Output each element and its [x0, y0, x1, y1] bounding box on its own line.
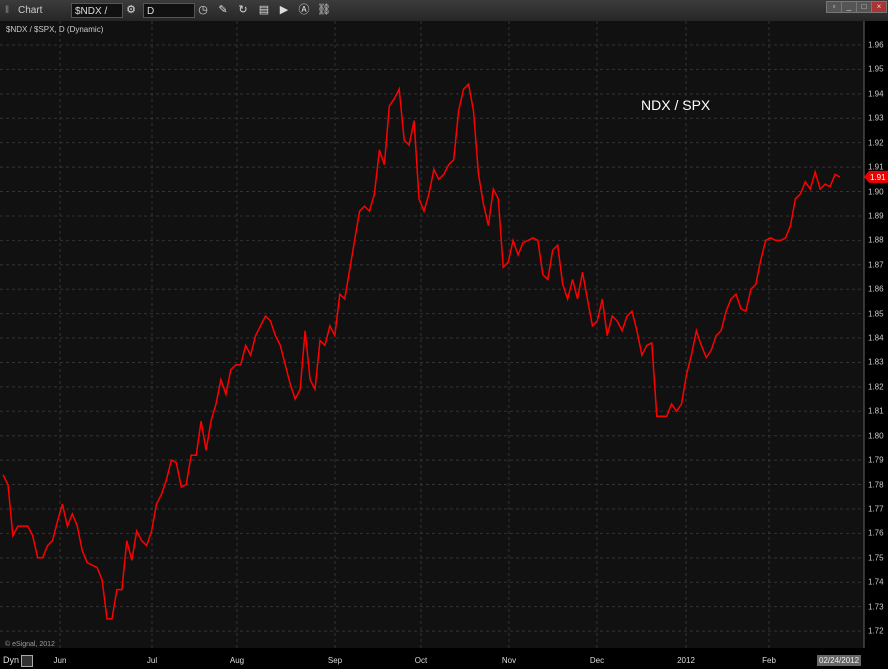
link-icon[interactable]: ⛓ — [317, 3, 331, 17]
x-tick-label: Jul — [146, 656, 158, 665]
symbol-input[interactable]: $NDX / $S — [71, 3, 123, 32]
pencil-icon[interactable]: ✎ — [216, 3, 230, 17]
y-tick-label: 1.88 — [868, 235, 884, 245]
y-tick-label: 1.84 — [868, 333, 884, 343]
y-tick-label: 1.73 — [868, 602, 884, 612]
y-tick-label: 1.75 — [868, 553, 884, 563]
y-tick-label: 1.92 — [868, 138, 884, 148]
y-tick-label: 1.94 — [868, 89, 884, 99]
alert-icon[interactable]: Ⓐ — [297, 3, 311, 17]
refresh-icon[interactable]: ↻ — [236, 3, 250, 17]
interval-input[interactable]: D — [143, 3, 195, 18]
clock-icon[interactable]: ◷ — [196, 3, 210, 17]
x-tick-label: 2012 — [677, 656, 695, 665]
y-tick-label: 1.93 — [868, 113, 884, 123]
y-tick-label: 1.87 — [868, 260, 884, 270]
chart-window: ‖ Chart $NDX / $S ⚙ D ◷ ✎ ↻ ▤ ▶ Ⓐ ⛓ ▫ _ … — [0, 0, 888, 669]
x-tick-label: Jun — [53, 656, 67, 665]
y-tick-label: 1.82 — [868, 382, 884, 392]
copyright: © eSignal, 2012 — [5, 641, 55, 648]
minimize-icon[interactable]: _ — [841, 1, 857, 13]
current-date-badge: 02/24/2012 — [817, 655, 862, 666]
chart-annotation: NDX / SPX — [641, 97, 711, 113]
price-chart[interactable]: 1.91 — [0, 21, 888, 669]
last-value-label: 1.91 — [870, 173, 886, 182]
x-tick-label: Sep — [327, 656, 343, 665]
play-icon[interactable]: ▶ — [277, 3, 291, 17]
y-tick-label: 1.96 — [868, 40, 884, 50]
y-tick-label: 1.80 — [868, 431, 884, 441]
close-icon[interactable]: × — [871, 1, 887, 13]
x-tick-label: Dec — [589, 656, 605, 665]
scale-toggle-icon[interactable] — [21, 655, 33, 667]
y-tick-label: 1.76 — [868, 528, 884, 538]
x-tick-label: Feb — [762, 656, 776, 665]
x-tick-label: Nov — [501, 656, 517, 665]
dyn-label[interactable]: Dyn — [3, 655, 19, 665]
y-tick-label: 1.95 — [868, 64, 884, 74]
settings-icon[interactable]: ⚙ — [124, 3, 138, 17]
y-tick-label: 1.74 — [868, 577, 884, 587]
y-tick-label: 1.83 — [868, 357, 884, 367]
restore-icon[interactable]: ▫ — [826, 1, 842, 13]
y-tick-label: 1.85 — [868, 309, 884, 319]
y-tick-label: 1.79 — [868, 455, 884, 465]
data-icon[interactable]: ▤ — [257, 3, 271, 17]
y-tick-label: 1.72 — [868, 626, 884, 636]
y-tick-label: 1.78 — [868, 480, 884, 490]
x-tick-label: Aug — [229, 656, 245, 665]
y-tick-label: 1.77 — [868, 504, 884, 514]
title-bar: ‖ Chart $NDX / $S ⚙ D ◷ ✎ ↻ ▤ ▶ Ⓐ ⛓ ▫ _ … — [0, 0, 888, 32]
y-tick-label: 1.90 — [868, 187, 884, 197]
y-tick-label: 1.89 — [868, 211, 884, 221]
window-title: Chart — [18, 5, 43, 16]
y-tick-label: 1.91 — [868, 162, 884, 172]
maximize-icon[interactable]: □ — [856, 1, 872, 13]
symbol-header: $NDX / $SPX, D (Dynamic) — [6, 25, 104, 34]
grip-icon[interactable]: ‖ — [5, 3, 9, 18]
x-tick-label: Oct — [414, 656, 428, 665]
y-tick-label: 1.81 — [868, 406, 884, 416]
y-tick-label: 1.86 — [868, 284, 884, 294]
x-axis-panel — [0, 648, 888, 669]
